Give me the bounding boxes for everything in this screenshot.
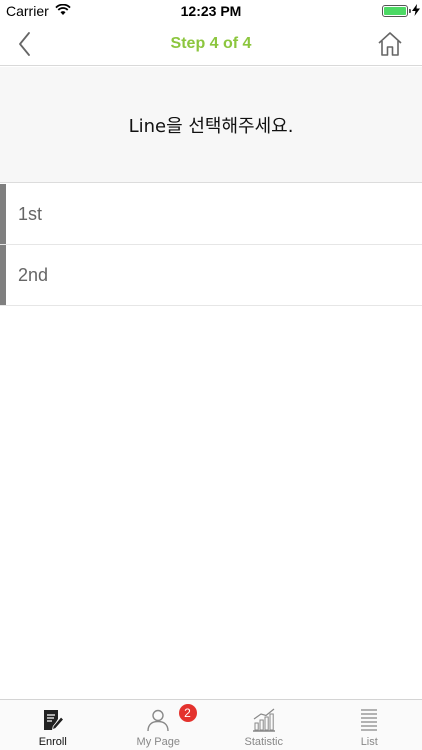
chart-icon [252, 708, 275, 732]
line-item-marker [0, 245, 6, 305]
charging-bolt-icon [412, 4, 420, 16]
selection-prompt-area: Line을 선택해주세요. [0, 67, 422, 183]
line-item-2nd[interactable]: 2nd [0, 245, 422, 306]
status-time: 12:23 PM [180, 3, 242, 19]
line-list: 1st 2nd [0, 184, 422, 306]
tab-label: Enroll [38, 736, 67, 748]
page-title: Step 4 of 4 [170, 35, 252, 52]
tab-statistic[interactable]: Statistic [211, 700, 317, 750]
list-icon [361, 709, 378, 731]
enroll-edit-icon [43, 710, 64, 731]
home-icon[interactable] [376, 30, 404, 58]
tab-label: Statistic [244, 736, 283, 748]
navigation-bar: Step 4 of 4 [0, 22, 422, 66]
tab-my-page[interactable]: My Page 2 [106, 700, 212, 750]
notification-badge: 2 [178, 704, 197, 722]
person-icon [147, 709, 169, 732]
tab-bar: Enroll My Page 2 Statistic List [0, 699, 422, 750]
battery-tip [409, 9, 411, 13]
selection-prompt: Line을 선택해주세요. [128, 115, 294, 137]
line-item-1st[interactable]: 1st [0, 184, 422, 245]
line-item-label: 2nd [18, 265, 49, 285]
tab-label: My Page [136, 736, 180, 748]
line-item-marker [0, 184, 6, 244]
status-bar: Carrier 12:23 PM [0, 0, 422, 22]
tab-enroll[interactable]: Enroll [0, 700, 106, 750]
battery-icon [382, 5, 408, 17]
line-item-label: 1st [18, 204, 43, 224]
tab-list[interactable]: List [317, 700, 422, 750]
tab-label: List [360, 736, 378, 748]
